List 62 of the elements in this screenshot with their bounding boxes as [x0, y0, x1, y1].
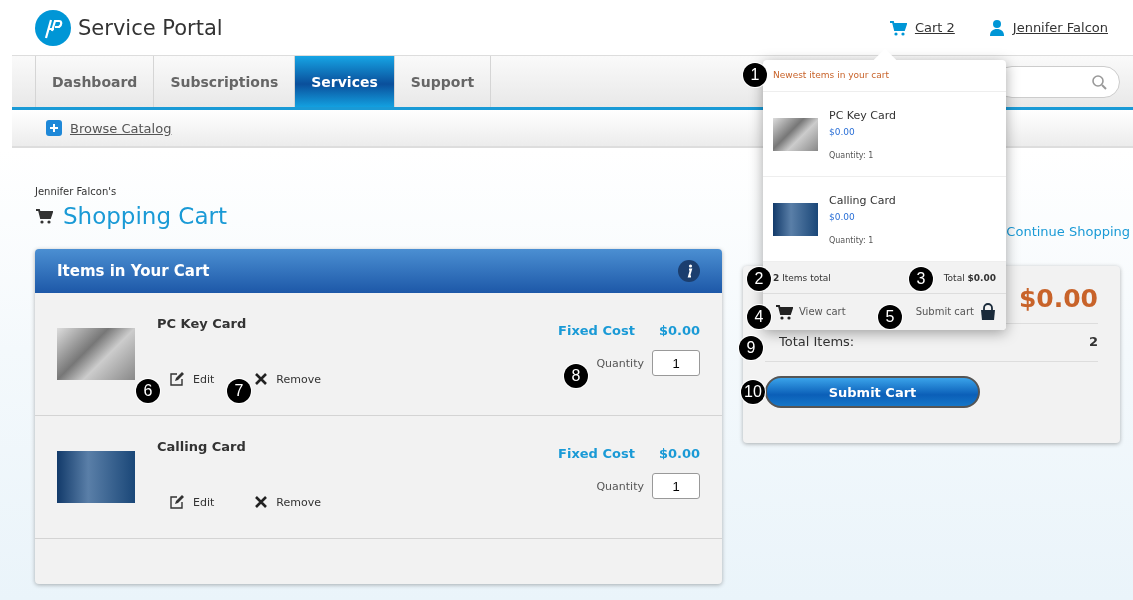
close-icon: [254, 495, 269, 509]
callout-marker: 6: [136, 379, 160, 403]
close-icon: [254, 372, 269, 386]
page-subtitle: Jennifer Falcon's: [35, 186, 118, 197]
edit-link[interactable]: Edit: [169, 371, 215, 387]
item-quantity: Quantity: 1: [829, 150, 875, 160]
callout-marker: 8: [564, 364, 588, 388]
items-total: 2 Items total: [773, 273, 831, 283]
page-title: Shopping Cart: [63, 203, 227, 229]
callout-marker: 10: [741, 380, 765, 404]
nav-tab[interactable]: Services: [294, 56, 395, 107]
nav-tab[interactable]: Dashboard: [35, 56, 155, 107]
cart-link[interactable]: Cart 2: [914, 20, 955, 35]
total-price: Total $0.00: [943, 273, 996, 283]
plus-icon: [46, 120, 62, 136]
nav-tab[interactable]: Support: [393, 56, 492, 107]
cost-value: $0.00: [658, 446, 700, 461]
item-name: Calling Card: [829, 193, 896, 207]
item-name: Calling Card: [157, 439, 247, 454]
item-quantity: Quantity: 1: [829, 235, 875, 245]
total-items-label: Total Items:: [779, 334, 855, 349]
cost-value: $0.00: [658, 323, 700, 338]
submit-cart-link[interactable]: Submit cart: [915, 303, 996, 320]
view-cart-link[interactable]: View cart: [775, 303, 846, 320]
quantity-field[interactable]: 1: [652, 473, 700, 499]
cart-icon: [35, 208, 53, 224]
quantity-field[interactable]: 1: [652, 350, 700, 376]
photo-placeholder: [773, 202, 818, 236]
callout-marker: 9: [739, 336, 763, 360]
bag-icon: [980, 303, 996, 320]
edit-icon: [169, 494, 185, 510]
callout-marker: 7: [227, 379, 251, 403]
quantity-label: Quantity: [596, 479, 644, 493]
callout-marker: 5: [878, 305, 902, 329]
cost-label: Fixed Cost: [558, 323, 635, 338]
brand-name: Service Portal: [78, 15, 223, 40]
callout-marker: 1: [743, 63, 767, 87]
item-name: PC Key Card: [157, 316, 248, 331]
user-link[interactable]: Jennifer Falcon: [1012, 20, 1108, 35]
item-price: $0.00: [829, 211, 856, 222]
search-icon: [1091, 73, 1107, 90]
item-price: $0.00: [829, 126, 856, 137]
remove-link[interactable]: Remove: [254, 494, 321, 510]
info-icon: [678, 260, 700, 282]
logo-icon: [35, 9, 71, 46]
edit-icon: [169, 371, 185, 387]
remove-link[interactable]: Remove: [254, 371, 321, 387]
edit-link[interactable]: Edit: [169, 494, 215, 510]
total-items-count: 2: [1088, 334, 1098, 349]
callout-marker: 4: [747, 305, 771, 329]
callout-marker: 2: [747, 267, 771, 291]
submit-cart-button[interactable]: Submit Cart: [765, 376, 980, 408]
callout-marker: 3: [909, 267, 933, 291]
panel-title: Items in Your Cart: [57, 262, 210, 280]
item-name: PC Key Card: [829, 108, 896, 122]
cart-icon: [888, 19, 907, 36]
quantity-label: Quantity: [596, 356, 644, 370]
photo-placeholder: [773, 117, 818, 151]
cost-label: Fixed Cost: [558, 446, 635, 461]
browse-catalog-link[interactable]: Browse Catalog: [70, 120, 172, 136]
cart-icon: [775, 303, 793, 320]
user-icon: [988, 19, 1005, 36]
